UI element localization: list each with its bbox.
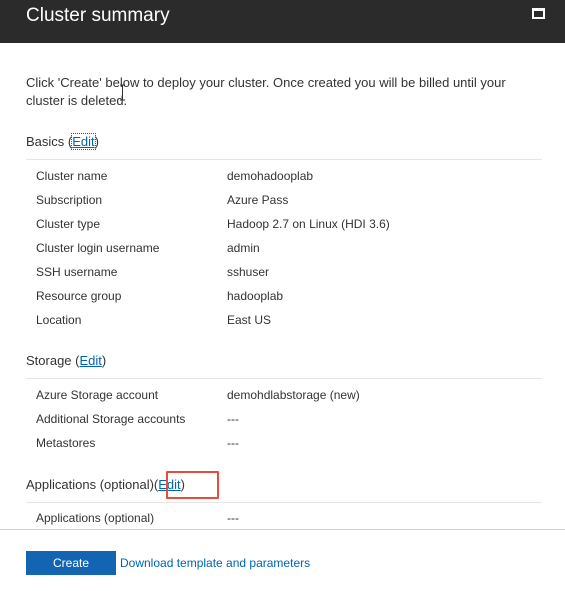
row-label: Azure Storage account — [36, 388, 159, 402]
edit-storage-link[interactable]: Edit — [80, 353, 102, 368]
row-label: Cluster type — [36, 217, 101, 231]
row-label: Subscription — [36, 193, 103, 207]
row-value: --- — [227, 511, 239, 525]
row-value: admin — [227, 241, 260, 255]
footer-divider — [0, 529, 565, 530]
section-title-applications: Applications (optional)(Edit) — [26, 477, 185, 492]
maximize-icon[interactable] — [532, 8, 545, 19]
edit-basics-link[interactable]: Edit — [71, 133, 96, 150]
highlight-box — [166, 471, 219, 499]
table-row: SSH username sshuser — [36, 260, 536, 284]
row-label: Metastores — [36, 436, 96, 450]
section-title-storage: Storage (Edit) — [26, 353, 107, 368]
row-value: East US — [227, 313, 272, 327]
row-value: demohdlabstorage (new) — [227, 388, 360, 402]
section-title-basics: Basics (Edit) — [26, 133, 99, 150]
table-row: Azure Storage account demohdlabstorage (… — [36, 383, 536, 407]
text-cursor-icon — [120, 84, 125, 101]
divider — [26, 159, 542, 160]
row-value: Azure Pass — [227, 193, 289, 207]
table-row: Metastores --- — [36, 431, 536, 455]
row-value: --- — [227, 436, 239, 450]
table-row: Location East US — [36, 308, 536, 332]
row-label: Cluster name — [36, 169, 108, 183]
table-row: Resource group hadooplab — [36, 284, 536, 308]
intro-text: Click 'Create' below to deploy your clus… — [26, 75, 506, 108]
table-row: Additional Storage accounts --- — [36, 407, 536, 431]
row-value: demohadooplab — [227, 169, 314, 183]
table-row: Subscription Azure Pass — [36, 188, 536, 212]
row-label: Additional Storage accounts — [36, 412, 186, 426]
row-value: sshuser — [227, 265, 270, 279]
table-row: Cluster name demohadooplab — [36, 164, 536, 188]
row-label: Cluster login username — [36, 241, 160, 255]
row-value: Hadoop 2.7 on Linux (HDI 3.6) — [227, 217, 390, 231]
section-label: Storage — [26, 353, 72, 368]
row-label: Location — [36, 313, 82, 327]
title-bar: Cluster summary — [0, 0, 565, 43]
download-template-link[interactable]: Download template and parameters — [120, 554, 310, 572]
row-value: hadooplab — [227, 289, 284, 303]
row-label: Applications (optional) — [36, 511, 155, 525]
create-button[interactable]: Create — [26, 551, 116, 575]
table-row: Applications (optional) --- — [36, 506, 536, 530]
divider — [26, 502, 542, 503]
window-title: Cluster summary — [26, 5, 170, 26]
row-label: SSH username — [36, 265, 118, 279]
row-value: --- — [227, 412, 239, 426]
divider — [26, 378, 542, 379]
section-label: Basics — [26, 134, 65, 149]
section-label: Applications (optional) — [26, 477, 154, 492]
table-row: Cluster login username admin — [36, 236, 536, 260]
row-label: Resource group — [36, 289, 122, 303]
table-row: Cluster type Hadoop 2.7 on Linux (HDI 3.… — [36, 212, 536, 236]
